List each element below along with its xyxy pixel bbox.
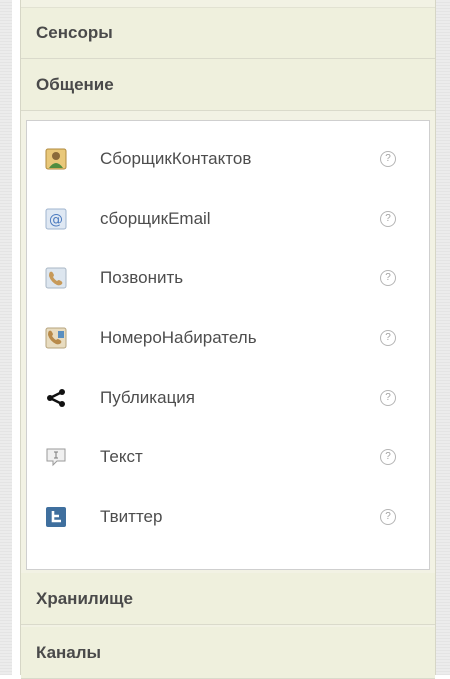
contact-picker-icon [45,148,67,170]
component-label: НомероНабиратель [100,328,257,347]
component-label: Твиттер [100,507,163,526]
component-item-email-picker[interactable]: @ сборщикEmail ? [27,201,429,237]
drawer-label-sensors: Сенсоры [36,23,113,42]
drawer-content-social: СборщикКонтактов ? @ сборщикEmail ? Позв… [26,120,430,570]
component-label: Текст [100,447,143,466]
help-icon[interactable]: ? [380,509,396,525]
component-item-twitter[interactable]: Твиттер ? [27,499,429,535]
phone-call-icon [45,267,67,289]
component-item-phone-call[interactable]: Позвонить ? [27,260,429,296]
help-icon[interactable]: ? [380,390,396,406]
texting-icon [45,446,67,468]
component-label: Публикация [100,388,196,407]
drawer-label-social: Общение [36,74,114,94]
component-label: Позвонить [100,268,184,287]
component-item-phone-number-picker[interactable]: НомероНабиратель ? [27,320,429,356]
email-picker-icon: @ [45,208,67,230]
drawer-label-storage: Хранилище [36,588,133,608]
help-icon[interactable]: ? [380,211,396,227]
outer-background-left [0,0,12,675]
drawer-label-connectivity: Каналы [36,642,102,662]
sharing-icon [45,387,67,409]
drawer-header-sensors[interactable]: Сенсоры [21,7,435,59]
drawer-header-connectivity[interactable]: Каналы [21,627,435,679]
help-icon[interactable]: ? [380,330,396,346]
component-item-texting[interactable]: Текст ? [27,439,429,475]
phone-number-picker-icon [45,327,67,349]
help-icon[interactable]: ? [380,151,396,167]
svg-text:@: @ [49,212,63,228]
component-item-sharing[interactable]: Публикация ? [27,380,429,416]
help-icon[interactable]: ? [380,449,396,465]
component-palette: Сенсоры Общение СборщикКонтактов ? @ сбо… [20,0,436,679]
drawer-header-storage[interactable]: Хранилище [21,573,435,625]
component-label: сборщикEmail [100,209,211,228]
help-icon[interactable]: ? [380,270,396,286]
component-item-contact-picker[interactable]: СборщикКонтактов ? [27,141,429,177]
drawer-header-social[interactable]: Общение [21,59,435,111]
twitter-icon [45,506,67,528]
component-label: СборщикКонтактов [100,149,252,168]
outer-background-right [436,0,450,675]
